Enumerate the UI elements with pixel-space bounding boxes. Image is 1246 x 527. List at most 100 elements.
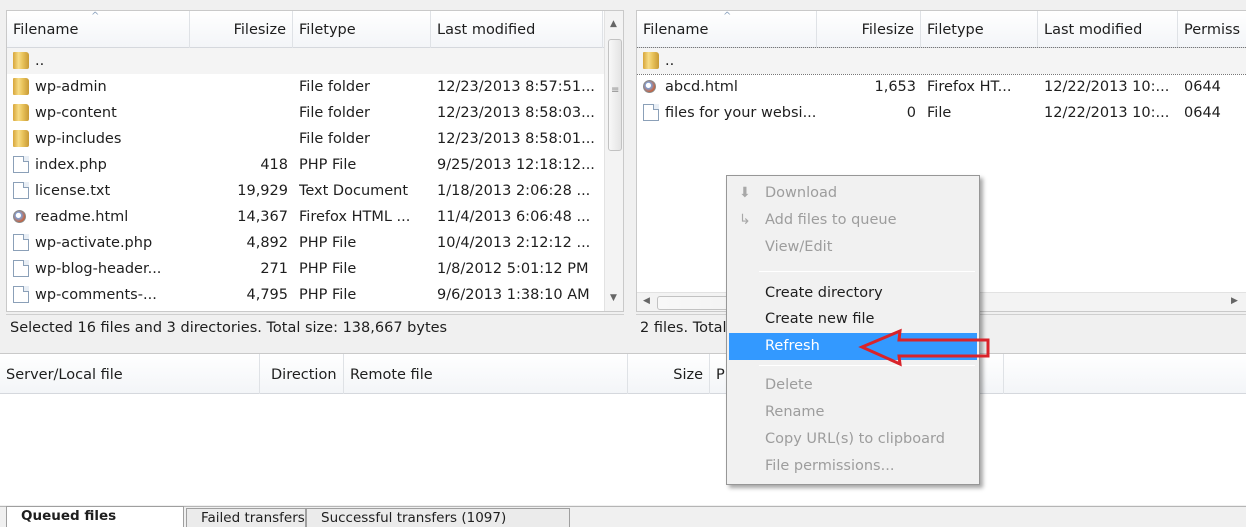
menu-item-copy-url-s-to-clipboard[interactable]: Copy URL(s) to clipboard <box>729 426 977 453</box>
file-size: 4,892 <box>246 235 288 251</box>
queue-col-direction[interactable]: Direction <box>260 354 344 394</box>
file-row[interactable]: .. <box>7 48 604 74</box>
queue-col-remote-file[interactable]: Remote file <box>344 354 628 394</box>
file-row[interactable]: .. <box>637 47 1246 75</box>
local-vertical-scrollbar[interactable]: ▲ ≡ ▼ <box>604 11 623 311</box>
tab-successful-transfers[interactable]: Successful transfers (1097) <box>306 508 570 527</box>
queue-header: Server/Local file Direction Remote file … <box>0 354 1246 394</box>
scroll-left-icon[interactable]: ◀ <box>643 296 650 306</box>
file-modified: 1/8/2012 5:01:12 PM <box>437 261 589 277</box>
file-permissions <box>1184 48 1244 74</box>
file-type: Firefox HTML ... <box>299 209 411 225</box>
folder-icon <box>13 104 29 121</box>
file-type: Text Document <box>299 183 409 199</box>
scroll-right-icon[interactable]: ▶ <box>1231 296 1238 306</box>
local-col-filename[interactable]: Filename ^ <box>7 11 190 48</box>
transfer-queue[interactable]: Server/Local file Direction Remote file … <box>0 353 1246 505</box>
file-row[interactable]: wp-admin File folder 12/23/2013 8:57:51... <box>7 74 604 100</box>
queue-col-server-local-file[interactable]: Server/Local file <box>0 354 260 394</box>
folder-icon <box>13 130 29 147</box>
menu-item-rename[interactable]: Rename <box>729 399 977 426</box>
file-size: 1,653 <box>874 79 916 95</box>
file-row[interactable]: wp-activate.php 4,892 PHP File 10/4/2013 2:… <box>7 230 604 256</box>
file-name: license.txt <box>35 183 111 199</box>
file-name: .. <box>665 53 675 69</box>
file-name: wp-comments-... <box>35 287 157 303</box>
queue-col-size[interactable]: Size <box>628 354 710 394</box>
file-type: PHP File <box>299 261 357 277</box>
local-list-header: Filename ^ Filesize Filetype Last modifie… <box>7 11 623 48</box>
file-row[interactable]: abcd.html 1,653 Firefox HT... 12/22/2013 10… <box>637 74 1246 100</box>
local-col-filesize[interactable]: Filesize <box>190 11 293 48</box>
file-size <box>817 48 916 74</box>
file-row[interactable]: wp-includes File folder 12/23/2013 8:58:01… <box>7 126 604 152</box>
local-file-list[interactable]: Filename ^ Filesize Filetype Last modifie… <box>6 10 624 312</box>
menu-item-file-permissions[interactable]: File permissions... <box>729 453 977 480</box>
file-row[interactable]: wp-content File folder 12/23/2013 8:58:03.… <box>7 100 604 126</box>
remote-col-permissions[interactable]: Permiss <box>1178 11 1246 48</box>
menu-item-download[interactable]: ⬇ Download <box>729 180 977 207</box>
local-col-lastmodified[interactable]: Last modified <box>431 11 603 48</box>
remote-col-filename[interactable]: Filename ^ <box>637 11 817 48</box>
file-type: Firefox HT... <box>927 79 1012 95</box>
menu-item-label: Download <box>765 185 838 201</box>
folder-icon <box>13 78 29 95</box>
file-row[interactable]: license.txt 19,929 Text Document 1/18/2013 … <box>7 178 604 204</box>
remote-col-filesize[interactable]: Filesize <box>817 11 921 48</box>
file-name: wp-content <box>35 105 117 121</box>
file-type: PHP File <box>299 287 357 303</box>
menu-item-view-edit[interactable]: View/Edit <box>729 234 977 261</box>
local-col-filetype[interactable]: Filetype <box>293 11 431 48</box>
file-type: File <box>927 105 952 121</box>
tab-failed-transfers[interactable]: Failed transfers <box>186 508 306 527</box>
file-modified: 9/25/2013 12:18:12... <box>437 157 595 173</box>
file-modified: 12/23/2013 8:58:03... <box>437 105 595 121</box>
scroll-up-icon[interactable]: ▲ <box>610 19 617 29</box>
file-type <box>927 48 1037 74</box>
file-modified: 11/4/2013 6:06:48 ... <box>437 209 591 225</box>
file-name: files for your websi... <box>665 105 817 121</box>
file-name: wp-activate.php <box>35 235 153 251</box>
file-row[interactable]: index.php 418 PHP File 9/25/2013 12:18:12..… <box>7 152 604 178</box>
menu-item-label: Add files to queue <box>765 212 897 228</box>
scroll-down-icon[interactable]: ▼ <box>610 293 617 303</box>
file-modified: 1/18/2013 2:06:28 ... <box>437 183 591 199</box>
file-size <box>190 74 288 100</box>
file-modified: 12/23/2013 8:58:01... <box>437 131 595 147</box>
file-row[interactable]: wp-comments-... 4,795 PHP File 9/6/2013 1:3… <box>7 282 604 308</box>
document-icon <box>13 286 29 303</box>
sort-ascending-icon: ^ <box>91 11 100 22</box>
firefox-icon <box>13 210 26 223</box>
file-modified: 12/22/2013 10:... <box>1044 79 1170 95</box>
remote-col-lastmodified[interactable]: Last modified <box>1038 11 1178 48</box>
sort-ascending-icon: ^ <box>723 11 732 22</box>
tab-queued-files[interactable]: Queued files <box>6 506 184 527</box>
menu-item-add-files-to-queue[interactable]: ↳ Add files to queue <box>729 207 977 234</box>
file-name: wp-admin <box>35 79 107 95</box>
menu-separator <box>759 271 975 272</box>
document-icon <box>13 156 29 173</box>
file-size <box>190 126 288 152</box>
file-row[interactable]: files for your websi... 0 File 12/22/2013 1… <box>637 100 1246 126</box>
menu-item-label: Copy URL(s) to clipboard <box>765 431 945 447</box>
file-row[interactable]: readme.html 14,367 Firefox HTML ... 11/4/20… <box>7 204 604 230</box>
file-modified <box>1044 48 1176 74</box>
firefox-icon <box>643 80 656 93</box>
add-to-queue-icon: ↳ <box>739 212 751 228</box>
menu-item-create-directory[interactable]: Create directory <box>729 280 977 307</box>
file-size <box>190 48 288 74</box>
file-type: PHP File <box>299 235 357 251</box>
menu-item-label: File permissions... <box>765 458 895 474</box>
file-row[interactable]: wp-blog-header... 271 PHP File 1/8/2012 5:0… <box>7 256 604 282</box>
file-name: readme.html <box>35 209 129 225</box>
file-name: index.php <box>35 157 107 173</box>
file-type: File folder <box>299 105 370 121</box>
file-name: wp-includes <box>35 131 122 147</box>
file-size: 0 <box>906 105 916 121</box>
annotation-arrow-icon <box>858 328 990 367</box>
menu-item-label: Create directory <box>765 285 883 301</box>
remote-col-filetype[interactable]: Filetype <box>921 11 1038 48</box>
menu-item-delete[interactable]: Delete <box>729 372 977 399</box>
document-icon <box>13 182 29 199</box>
scroll-grip-icon: ≡ <box>611 85 620 96</box>
